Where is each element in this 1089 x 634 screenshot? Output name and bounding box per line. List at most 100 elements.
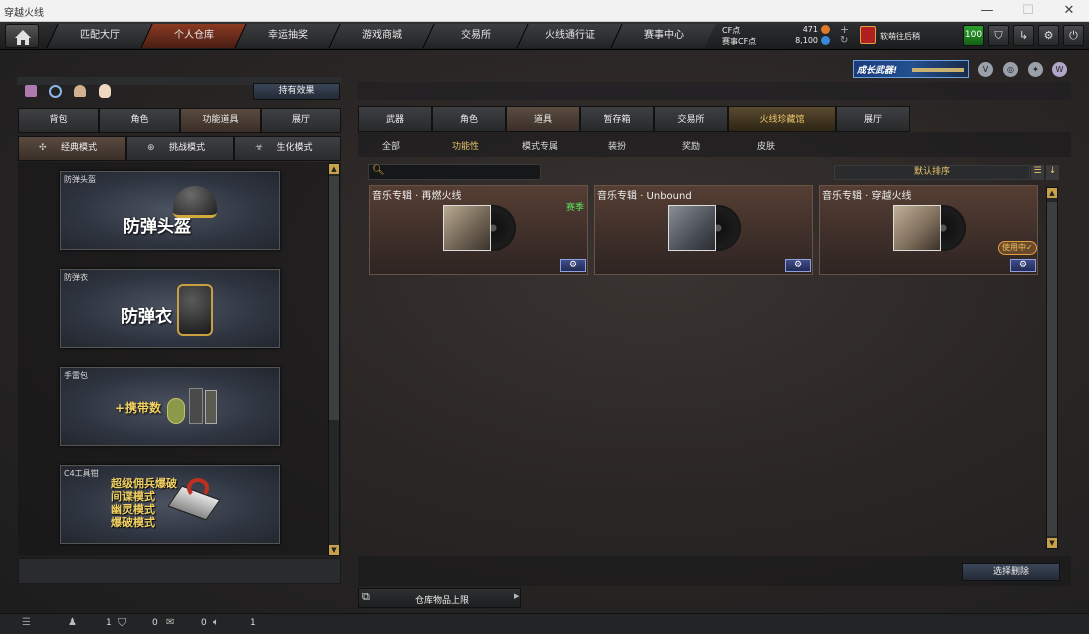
chat-icon[interactable]: ✉ [166, 617, 174, 628]
settings-button[interactable]: ⚙ [1038, 25, 1059, 46]
nav-tab-exchange[interactable]: 交易所 [422, 24, 528, 48]
chevron-right-icon: ▶ [514, 592, 520, 600]
item-card[interactable]: 音乐专辑 · 再燃火线 赛季 ⚙ [369, 185, 588, 275]
item-settings-button[interactable]: ⚙ [1010, 259, 1036, 272]
power-button[interactable]: ⏻ [1063, 25, 1084, 46]
biohazard-icon: ☣ [255, 143, 264, 153]
subtab-mode-exclusive[interactable]: 模式专属 [522, 139, 558, 152]
home-button[interactable] [5, 24, 39, 48]
nav-tab-match-hall[interactable]: 匹配大厅 [46, 24, 152, 48]
cf-points-value: 471 [802, 25, 818, 34]
user-name[interactable]: 软萌往后稍 [880, 31, 920, 42]
warehouse-capacity-button[interactable]: ⧉ 仓库物品上限 ▶ [358, 588, 521, 608]
refresh-arrow-icon [187, 478, 209, 498]
target-icon: ⊕ [147, 143, 155, 153]
share-button[interactable]: ↳ [1013, 25, 1034, 46]
right-scrollbar[interactable]: ▲ ▼ [1046, 187, 1058, 549]
grenade-icon-2 [189, 388, 203, 424]
left-tab-character[interactable]: 角色 [99, 108, 180, 133]
sort-order-icon[interactable]: ↓ [1046, 165, 1059, 180]
level-badge[interactable]: 100 [963, 25, 984, 46]
helmet-icon [173, 186, 217, 218]
card-c4-pliers[interactable]: C4工具钳 超级佣兵爆破 间谍模式 幽灵模式 爆破模式 [60, 465, 280, 544]
scroll-up-arrow[interactable]: ▲ [329, 164, 339, 174]
subtab-all[interactable]: 全部 [382, 139, 400, 152]
gear-icon: ⚙ [1043, 29, 1054, 42]
search-input[interactable]: 🔍︎ [368, 164, 541, 180]
item-name: 音乐专辑 · Unbound [597, 191, 692, 202]
right-tab-characters[interactable]: 角色 [432, 106, 506, 132]
bag-icon[interactable] [99, 84, 111, 98]
right-tab-collection[interactable]: 火线珍藏馆 [728, 106, 836, 132]
album-cover [893, 205, 941, 251]
select-delete-button[interactable]: 选择删除 [962, 563, 1060, 581]
holding-effect-button[interactable]: 持有效果 [253, 83, 340, 100]
scroll-thumb[interactable] [329, 176, 339, 420]
scroll-up-arrow[interactable]: ▲ [1047, 188, 1057, 198]
family-icon[interactable] [25, 85, 37, 97]
subtab-rewards[interactable]: 奖励 [682, 139, 700, 152]
refresh-button[interactable]: ↻ [840, 35, 848, 46]
nav-tab-events[interactable]: 赛事中心 [610, 24, 716, 48]
mode-challenge-label: 挑战模式 [168, 143, 205, 153]
subtab-skins[interactable]: 皮肤 [757, 139, 775, 152]
right-tab-weapons[interactable]: 武器 [358, 106, 432, 132]
nav-tab-battle-pass[interactable]: 火线通行证 [516, 24, 622, 48]
left-tab-backpack[interactable]: 背包 [18, 108, 99, 133]
friends-icon[interactable]: ♟ [68, 617, 77, 628]
mode-challenge-tab[interactable]: ⊕ 挑战模式 [126, 136, 234, 161]
subtab-dressup[interactable]: 装扮 [608, 139, 626, 152]
nav-tab-shop[interactable]: 游戏商城 [328, 24, 434, 48]
right-tab-exchange[interactable]: 交易所 [654, 106, 728, 132]
sort-dropdown[interactable]: 默认排序 [834, 165, 1030, 180]
shield-button[interactable]: ⛉ [988, 25, 1009, 46]
right-tab-showroom[interactable]: 展厅 [836, 106, 910, 132]
vest-icon [177, 284, 213, 336]
globe-icon[interactable]: ◎ [1003, 62, 1018, 77]
home-icon [15, 30, 31, 45]
item-settings-button[interactable]: ⚙ [785, 259, 811, 272]
layers-icon: ⧉ [362, 590, 370, 603]
right-tab-items[interactable]: 道具 [506, 106, 580, 132]
clan-count: 0 [152, 618, 158, 628]
maximize-button[interactable]: ☐ [1008, 0, 1048, 22]
cf-coin-icon [821, 25, 830, 34]
match-cf-points-value: 8,100 [795, 36, 818, 45]
speaker-icon[interactable]: 🔈︎ [213, 617, 219, 628]
card-grenade-pack[interactable]: 手雷包 +携带数 [60, 367, 280, 446]
window-titlebar: 穿越火线 — ☐ ✕ [0, 0, 1089, 22]
character-icon[interactable] [74, 85, 86, 97]
item-card[interactable]: 音乐专辑 · Unbound ⚙ [594, 185, 813, 275]
card-title: 防弹衣 [121, 307, 172, 327]
left-tab-showroom[interactable]: 展厅 [261, 108, 341, 133]
emblem-icon[interactable]: ✦ [1028, 62, 1043, 77]
mode-classic-tab[interactable]: ✣ 经典模式 [18, 136, 126, 161]
mode-zombie-tab[interactable]: ☣ 生化模式 [234, 136, 341, 161]
vip-icon[interactable]: W [1052, 62, 1067, 77]
left-tab-function-items[interactable]: 功能道具 [180, 108, 261, 133]
scroll-down-arrow[interactable]: ▼ [1047, 538, 1057, 548]
minimize-button[interactable]: — [967, 0, 1007, 22]
in-use-badge: 使用中✓ [998, 241, 1037, 255]
cycle-icon[interactable] [49, 85, 62, 98]
card-helmet[interactable]: 防弹头盔 防弹头盔 [60, 171, 280, 250]
left-footer-bar [18, 558, 341, 584]
scroll-thumb[interactable] [1047, 202, 1057, 536]
rifle-icon [912, 68, 964, 72]
nav-tab-lucky-draw[interactable]: 幸运抽奖 [234, 24, 340, 48]
nav-tab-warehouse[interactable]: 个人仓库 [140, 24, 246, 48]
growth-weapon-banner[interactable]: 成长武器! [853, 60, 969, 78]
menu-icon[interactable]: ☰ [22, 617, 31, 628]
right-tab-storage[interactable]: 暂存箱 [580, 106, 654, 132]
honor-icon[interactable]: V [978, 62, 993, 77]
item-card[interactable]: 音乐专辑 · 穿越火线 使用中✓ ⚙ [819, 185, 1038, 275]
close-button[interactable]: ✕ [1049, 0, 1089, 22]
scroll-down-arrow[interactable]: ▼ [329, 545, 339, 555]
shield-status-icon[interactable]: ⛉ [118, 616, 126, 630]
list-view-icon[interactable]: ☰ [1031, 165, 1044, 180]
subtab-functional[interactable]: 功能性 [452, 139, 479, 152]
item-settings-button[interactable]: ⚙ [560, 259, 586, 272]
card-body-armor[interactable]: 防弹衣 防弹衣 [60, 269, 280, 348]
left-scrollbar[interactable]: ▲ ▼ [328, 163, 340, 556]
match-cf-coin-icon [821, 36, 830, 45]
